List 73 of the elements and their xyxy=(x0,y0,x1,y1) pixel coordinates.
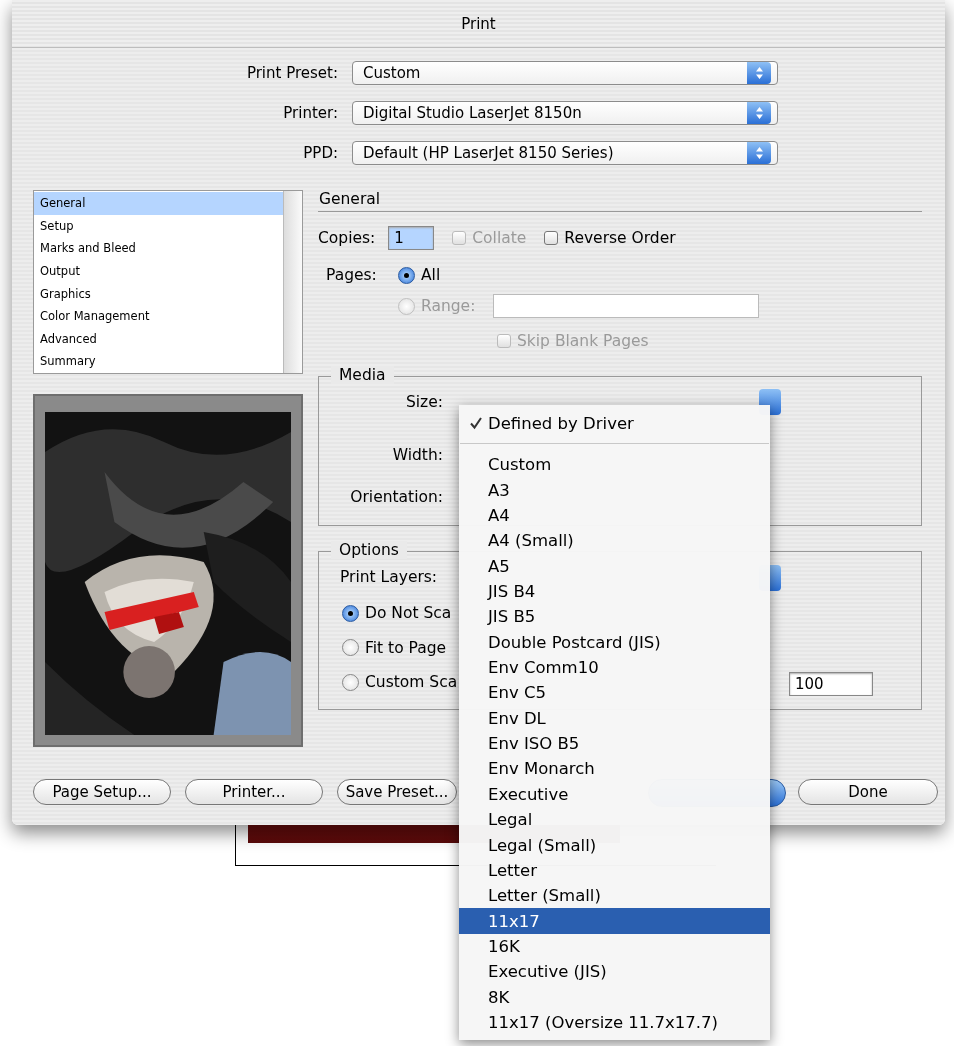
dialog-button[interactable]: Printer... xyxy=(185,779,323,805)
sidebar-item[interactable]: Setup xyxy=(34,214,283,238)
menu-item[interactable]: 11x17 (Oversize 11.7x17.7) xyxy=(459,1009,770,1036)
done-button[interactable]: Done xyxy=(798,779,938,805)
menu-item[interactable]: JIS B5 xyxy=(459,604,770,630)
radio-button[interactable] xyxy=(342,673,359,691)
checkbox-label: Skip Blank Pages xyxy=(517,332,649,350)
radio-label: Range: xyxy=(421,297,476,315)
popup-arrows-icon xyxy=(747,102,771,124)
menu-item[interactable]: A4 xyxy=(459,502,770,529)
menu-item[interactable]: A3 xyxy=(459,477,770,503)
menu-item[interactable]: Double Postcard (JIS) xyxy=(459,629,770,655)
popup-menu[interactable]: Default (HP LaserJet 8150 Series) xyxy=(352,141,778,165)
copies-field[interactable]: 1 xyxy=(388,226,435,250)
range-field[interactable] xyxy=(493,294,760,318)
checkbox-label: Reverse Order xyxy=(564,229,676,247)
menu-item[interactable]: Legal xyxy=(459,807,770,833)
check-icon xyxy=(469,416,483,430)
radio-button[interactable] xyxy=(342,604,359,622)
menu-item[interactable]: 11x17 xyxy=(459,908,770,934)
menu-item[interactable]: Env ISO B5 xyxy=(459,730,770,757)
field-label: Print Preset: xyxy=(245,64,339,82)
radio-label: Fit to Page xyxy=(365,638,447,657)
menu-item[interactable]: Env C5 xyxy=(459,680,770,706)
group-title: Options xyxy=(331,541,407,559)
radio-label: Do Not Sca xyxy=(365,604,452,622)
height-field[interactable]: 100 xyxy=(789,672,873,696)
field-label: Printer: xyxy=(282,104,339,122)
popup-menu[interactable]: Custom xyxy=(352,61,778,85)
radio-button[interactable] xyxy=(398,266,415,284)
radio-label: All xyxy=(421,266,441,284)
dialog-button[interactable]: Save Preset... xyxy=(337,779,457,805)
menu-item[interactable]: JIS B4 xyxy=(459,578,770,605)
sidebar-item[interactable]: Graphics xyxy=(34,282,283,305)
sidebar-item[interactable]: Color Management xyxy=(34,304,283,328)
radio-button[interactable] xyxy=(342,639,359,656)
menu-item[interactable]: Executive xyxy=(459,781,770,808)
field-label: Pages: xyxy=(326,266,378,284)
field-label: Size: xyxy=(405,393,443,411)
menu-item[interactable]: A4 (Small) xyxy=(459,528,770,554)
scroll-bar[interactable] xyxy=(283,191,302,373)
checkbox-label: Collate xyxy=(472,229,527,247)
section-heading: General xyxy=(318,190,381,208)
popup-arrows-icon xyxy=(747,142,771,164)
menu-item[interactable]: 16K xyxy=(459,933,770,960)
menu-item[interactable]: Letter (Small) xyxy=(459,883,770,909)
menu-item[interactable]: Letter xyxy=(459,857,770,884)
group-title: Media xyxy=(331,366,394,384)
field-label: PPD: xyxy=(302,144,339,162)
sidebar-item[interactable]: General xyxy=(34,192,283,215)
menu-item[interactable]: 8K xyxy=(459,984,770,1010)
sidebar-item[interactable]: Advanced xyxy=(34,327,283,351)
field-label: Width: xyxy=(392,446,443,464)
menu-item[interactable]: Env Monarch xyxy=(459,756,770,782)
sidebar-item[interactable]: Summary xyxy=(34,350,283,373)
menu-item[interactable]: Custom xyxy=(459,452,770,478)
field-label: Orientation: xyxy=(350,488,443,506)
window-title: Print xyxy=(461,14,496,33)
menu-item[interactable]: Legal (Small) xyxy=(459,832,770,858)
field-label: Copies: xyxy=(318,229,376,247)
checkbox[interactable] xyxy=(544,231,559,245)
menu-item[interactable]: Executive (JIS) xyxy=(459,959,770,985)
field-label: Print Layers: xyxy=(340,568,438,586)
sidebar-item[interactable]: Output xyxy=(34,259,283,283)
menu-item[interactable]: A5 xyxy=(459,553,770,579)
sidebar-item[interactable]: Marks and Bleed xyxy=(34,237,283,260)
menu-item[interactable]: Defined by Driver xyxy=(459,405,770,441)
popup-menu[interactable]: Digital Studio LaserJet 8150n xyxy=(352,101,778,125)
menu-item[interactable]: Env Comm10 xyxy=(459,654,770,681)
menu-item[interactable]: Env DL xyxy=(459,705,770,731)
popup-arrows-icon xyxy=(747,62,771,84)
dialog-button[interactable]: Page Setup... xyxy=(33,779,171,805)
radio-label: Custom Sca xyxy=(365,673,458,691)
